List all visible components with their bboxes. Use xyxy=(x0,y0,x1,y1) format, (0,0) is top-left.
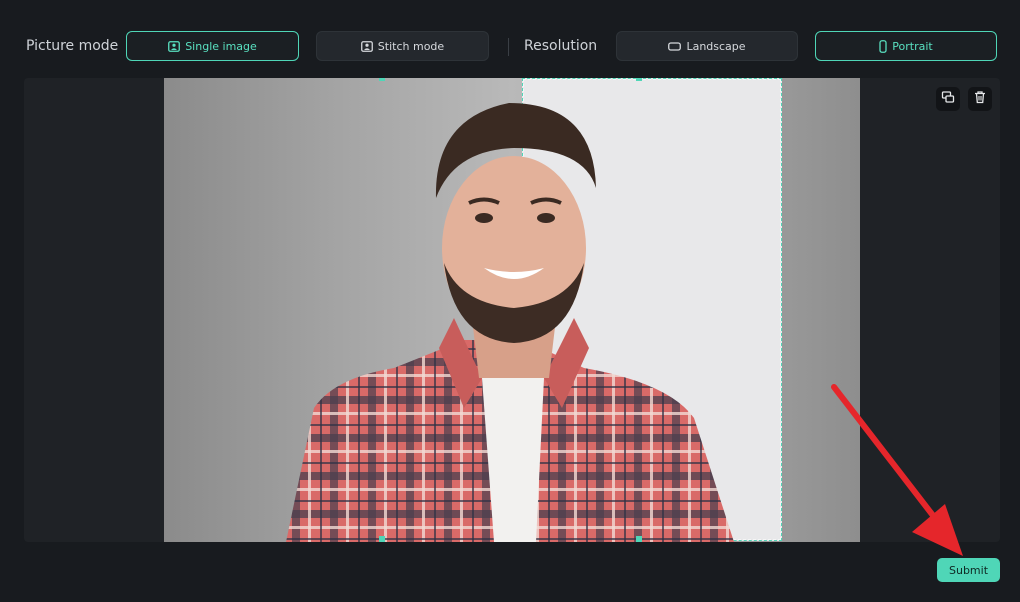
stitch-mode-label: Stitch mode xyxy=(377,39,445,53)
person-illustration xyxy=(286,103,734,542)
crop-handle-top-left[interactable] xyxy=(379,78,385,81)
submit-button[interactable]: Submit xyxy=(937,558,1000,582)
single-image-label: Single image xyxy=(185,39,257,53)
toolbar-divider xyxy=(508,38,509,56)
crop-handle-bottom-right[interactable] xyxy=(636,536,642,542)
portrait-button[interactable]: Portrait xyxy=(815,31,997,61)
picture-mode-label: Picture mode xyxy=(26,38,119,54)
replace-image-icon xyxy=(941,90,955,109)
crop-handle-top-right[interactable] xyxy=(636,78,642,81)
trash-icon xyxy=(973,90,987,109)
landscape-icon xyxy=(668,41,682,51)
canvas-area xyxy=(24,78,1000,542)
landscape-label: Landscape xyxy=(686,39,746,53)
landscape-button[interactable]: Landscape xyxy=(616,31,798,61)
single-image-button[interactable]: Single image xyxy=(126,31,299,61)
stitch-mode-button[interactable]: Stitch mode xyxy=(316,31,489,61)
single-image-icon xyxy=(168,40,181,52)
crop-handle-bottom-left[interactable] xyxy=(379,536,385,542)
stitch-mode-icon xyxy=(360,40,373,52)
portrait-label: Portrait xyxy=(892,39,933,53)
replace-image-button[interactable] xyxy=(936,87,960,111)
toolbar: Picture mode Single image Stitch mode Re… xyxy=(0,0,1020,78)
delete-image-button[interactable] xyxy=(968,87,992,111)
portrait-icon xyxy=(879,39,887,53)
resolution-label: Resolution xyxy=(524,38,598,54)
